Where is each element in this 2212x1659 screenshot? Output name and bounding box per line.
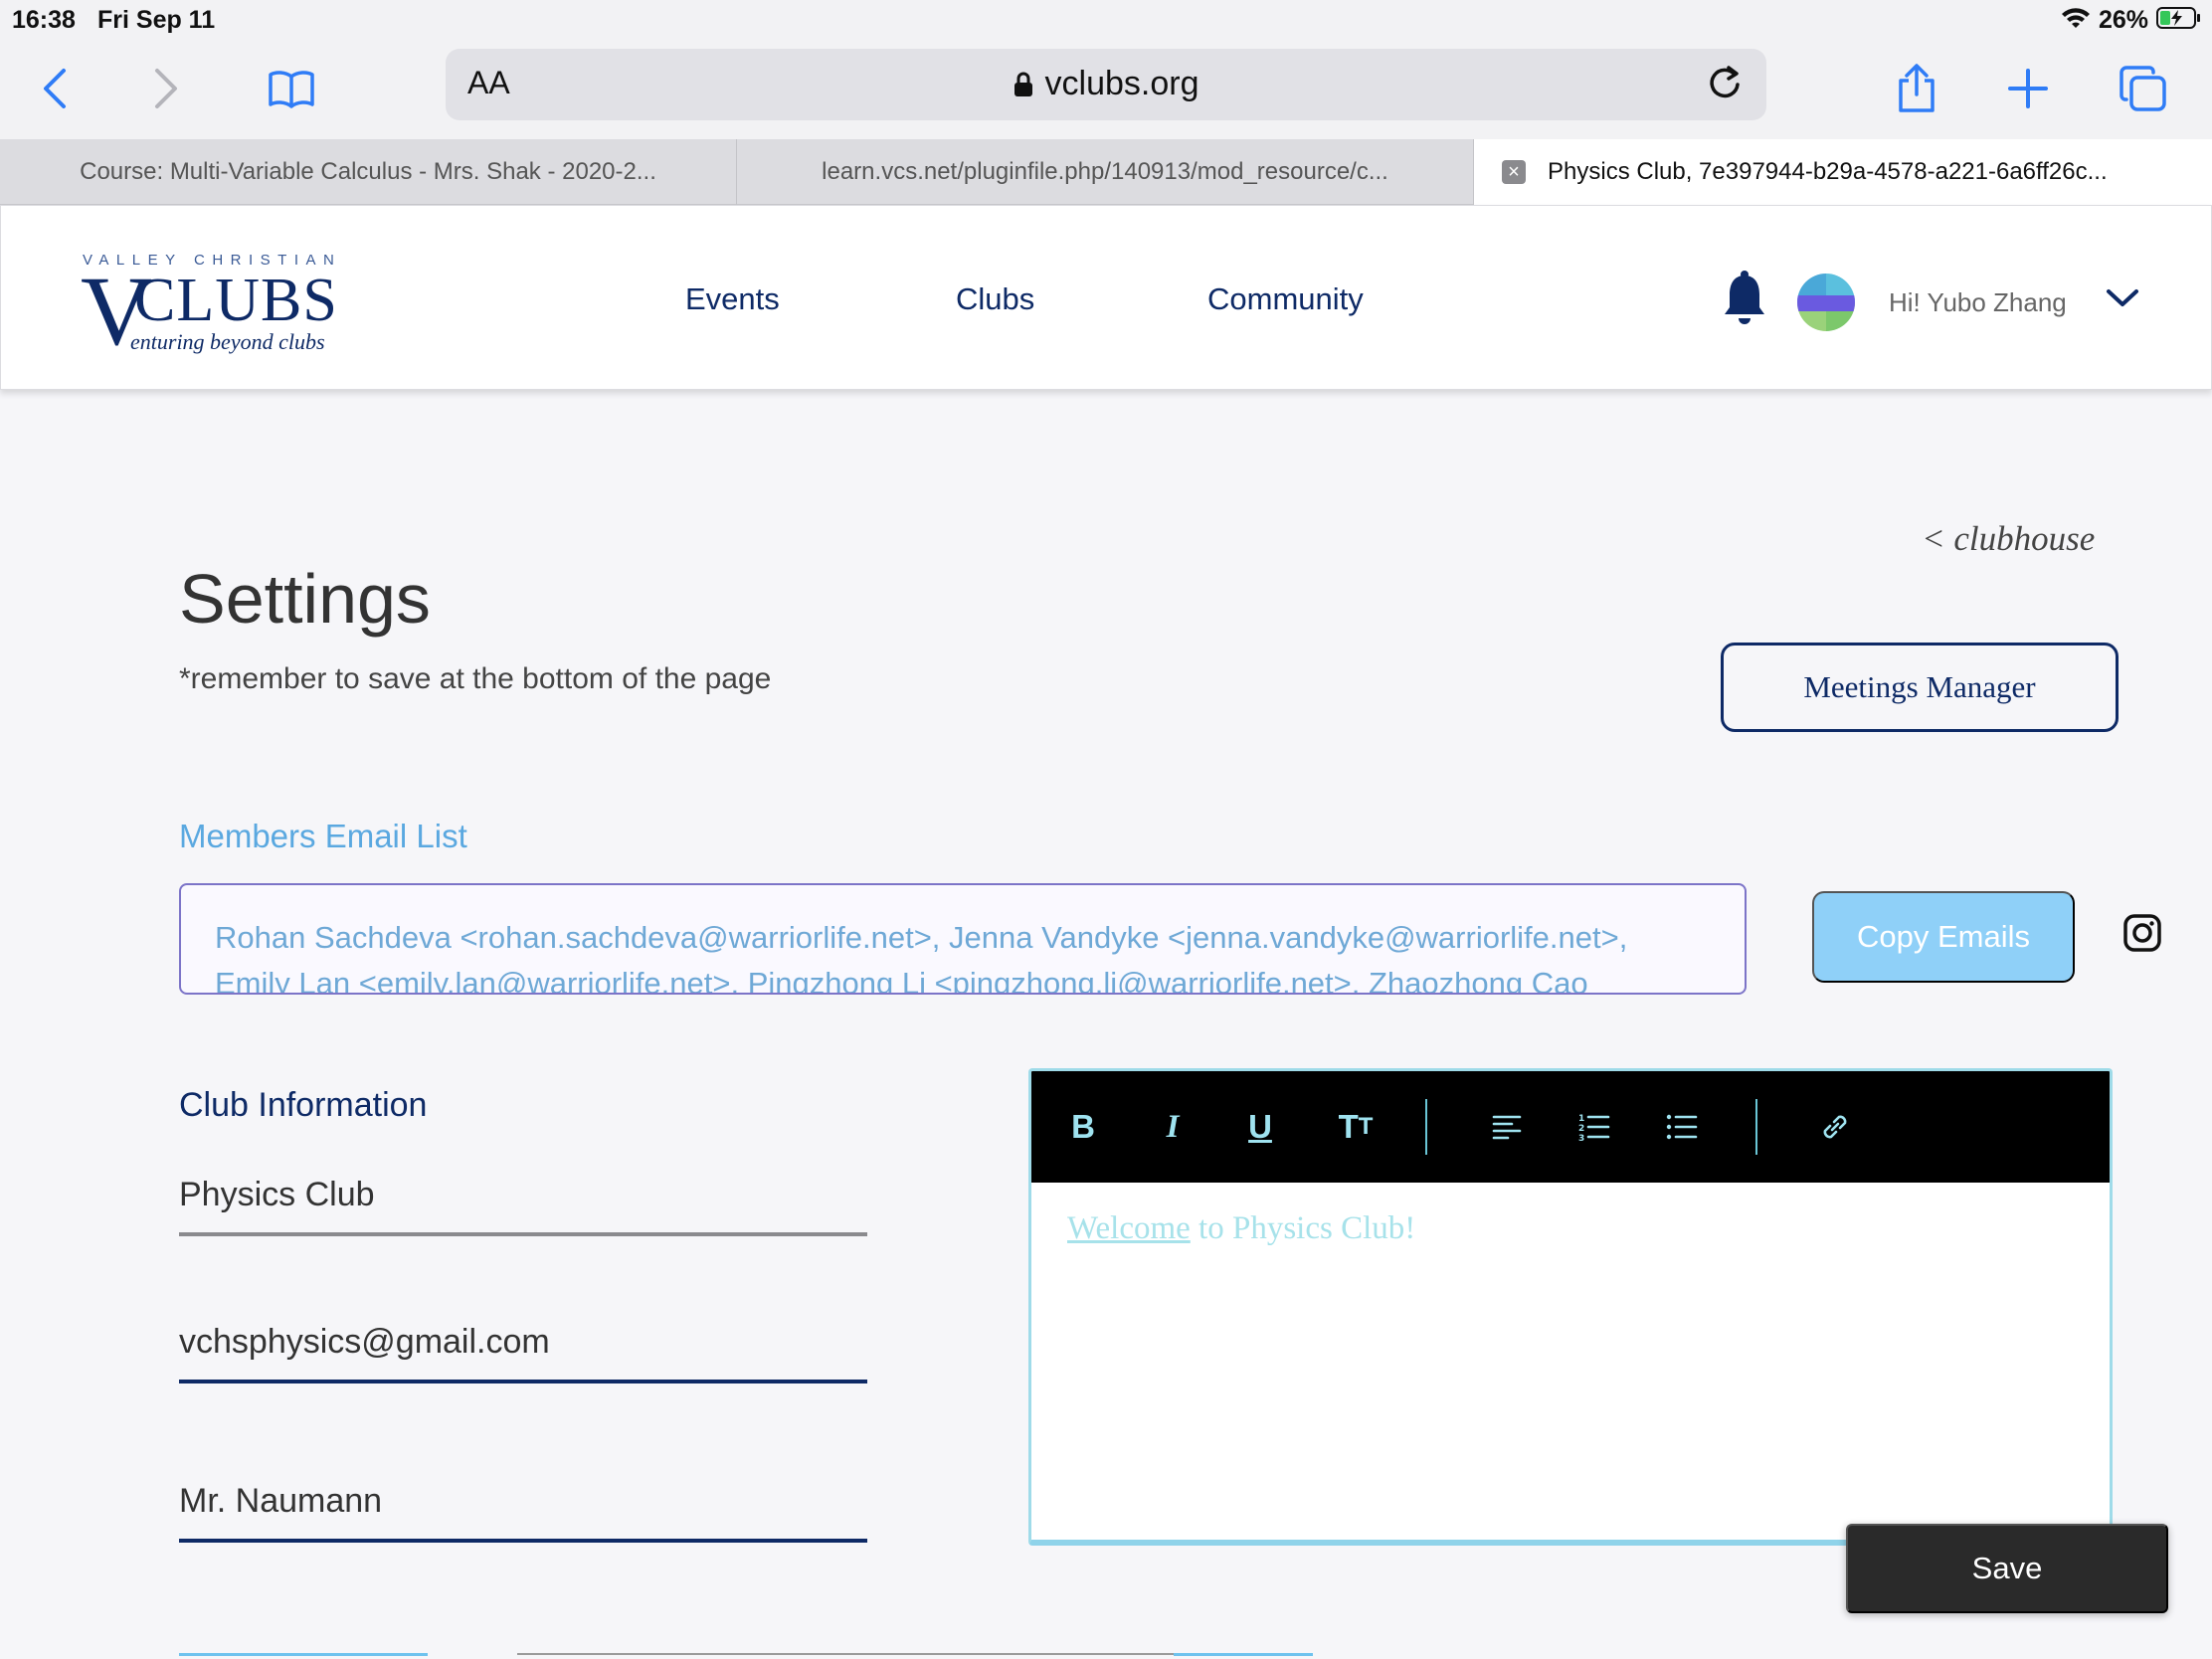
status-right: 26% [2061, 4, 2202, 36]
nav-clubs[interactable]: Clubs [956, 281, 1034, 317]
toolbar-divider [1425, 1099, 1427, 1155]
status-date: Fri Sep 11 [97, 6, 216, 34]
battery-percent: 26% [2098, 5, 2148, 34]
meetings-manager-button[interactable]: Meetings Manager [1721, 643, 2119, 732]
new-tab-plus-icon[interactable] [1999, 60, 2057, 117]
align-left-icon[interactable] [1485, 1105, 1529, 1149]
editor-content[interactable]: Welcome to Physics Club! [1067, 1210, 1415, 1247]
logo-clubs: CLUBS [134, 267, 338, 334]
url-text: vclubs.org [1044, 65, 1199, 102]
back-arrow-icon[interactable] [26, 60, 84, 117]
text-size-icon[interactable]: TT [1326, 1105, 1385, 1149]
save-button[interactable]: Save [1846, 1524, 2168, 1613]
club-name-field[interactable]: Physics Club [179, 1176, 867, 1236]
save-reminder: *remember to save at the bottom of the p… [179, 662, 772, 695]
editor-text: to Physics Club! [1190, 1210, 1416, 1246]
email-list-line: Rohan Sachdeva <rohan.sachdeva@warriorli… [215, 920, 1628, 955]
tab-label: Physics Club, 7e397944-b29a-4578-a221-6a… [1548, 158, 2108, 185]
page-title: Settings [179, 560, 431, 638]
club-advisor-field[interactable]: Mr. Naumann [179, 1482, 867, 1543]
forward-arrow-icon[interactable] [137, 60, 195, 117]
club-email-field[interactable]: vchsphysics@gmail.com [179, 1323, 867, 1383]
lock-icon [1014, 68, 1033, 106]
notification-bell-icon[interactable] [1722, 270, 1767, 332]
editor-toolbar: B I U TT 123 [1031, 1071, 2110, 1183]
wifi-icon [2061, 6, 2091, 35]
italic-icon[interactable]: I [1151, 1105, 1195, 1149]
share-icon[interactable] [1888, 60, 1945, 117]
bookmarks-icon[interactable] [263, 60, 320, 117]
close-tab-icon[interactable]: × [1502, 160, 1526, 184]
browser-toolbar: AA vclubs.org [0, 42, 2212, 139]
editor-link-text[interactable]: Welcome [1067, 1210, 1191, 1246]
tab-label: learn.vcs.net/pluginfile.php/140913/mod_… [822, 158, 1388, 185]
members-email-list-field[interactable]: Rohan Sachdeva <rohan.sachdeva@warriorli… [179, 883, 1747, 995]
description-editor[interactable]: B I U TT 123 Welcome to Physics Club! [1028, 1068, 2113, 1546]
svg-text:3: 3 [1578, 1134, 1584, 1142]
club-information-heading: Club Information [179, 1086, 428, 1124]
user-avatar[interactable] [1797, 274, 1855, 331]
site-header: VALLEY CHRISTIAN V CLUBS enturing beyond… [0, 205, 2212, 390]
instagram-icon[interactable] [2122, 913, 2162, 958]
bullet-list-icon[interactable] [1660, 1105, 1704, 1149]
address-bar[interactable]: AA vclubs.org [446, 49, 1766, 120]
svg-text:1: 1 [1578, 1114, 1584, 1124]
chevron-down-icon[interactable] [2106, 287, 2139, 314]
members-email-list-label: Members Email List [179, 818, 467, 854]
url-display[interactable]: vclubs.org [446, 65, 1766, 106]
numbered-list-icon[interactable]: 123 [1572, 1105, 1616, 1149]
copy-emails-button[interactable]: Copy Emails [1812, 891, 2075, 983]
status-time: 16:38 [12, 6, 76, 34]
browser-tab[interactable]: Course: Multi-Variable Calculus - Mrs. S… [0, 139, 737, 205]
logo-tagline: enturing beyond clubs [130, 329, 325, 354]
bold-icon[interactable]: B [1061, 1105, 1105, 1149]
user-greeting[interactable]: Hi! Yubo Zhang [1889, 287, 2067, 318]
underline-icon[interactable]: U [1238, 1105, 1282, 1149]
nav-community[interactable]: Community [1207, 281, 1364, 317]
email-list-line: Emily Lan <emily.lan@warriorlife.net>, P… [215, 966, 1588, 995]
browser-tab-active[interactable]: × Physics Club, 7e397944-b29a-4578-a221-… [1474, 139, 2212, 205]
tabs-overview-icon[interactable] [2115, 60, 2172, 117]
battery-charging-icon [2156, 6, 2202, 35]
clubhouse-back-link[interactable]: < clubhouse [1922, 519, 2095, 559]
browser-tab-strip: Course: Multi-Variable Calculus - Mrs. S… [0, 139, 2212, 205]
next-section-peek [179, 1645, 1770, 1659]
tab-label: Course: Multi-Variable Calculus - Mrs. S… [80, 158, 656, 185]
browser-tab[interactable]: learn.vcs.net/pluginfile.php/140913/mod_… [737, 139, 1474, 205]
toolbar-divider [1755, 1099, 1757, 1155]
nav-events[interactable]: Events [685, 281, 780, 317]
reload-icon[interactable] [1705, 63, 1745, 107]
link-icon[interactable] [1813, 1105, 1857, 1149]
svg-text:2: 2 [1578, 1124, 1584, 1134]
ios-status-bar: 16:38 Fri Sep 11 26% [0, 0, 2212, 42]
vclubs-logo[interactable]: VALLEY CHRISTIAN V CLUBS enturing beyond… [81, 252, 359, 361]
